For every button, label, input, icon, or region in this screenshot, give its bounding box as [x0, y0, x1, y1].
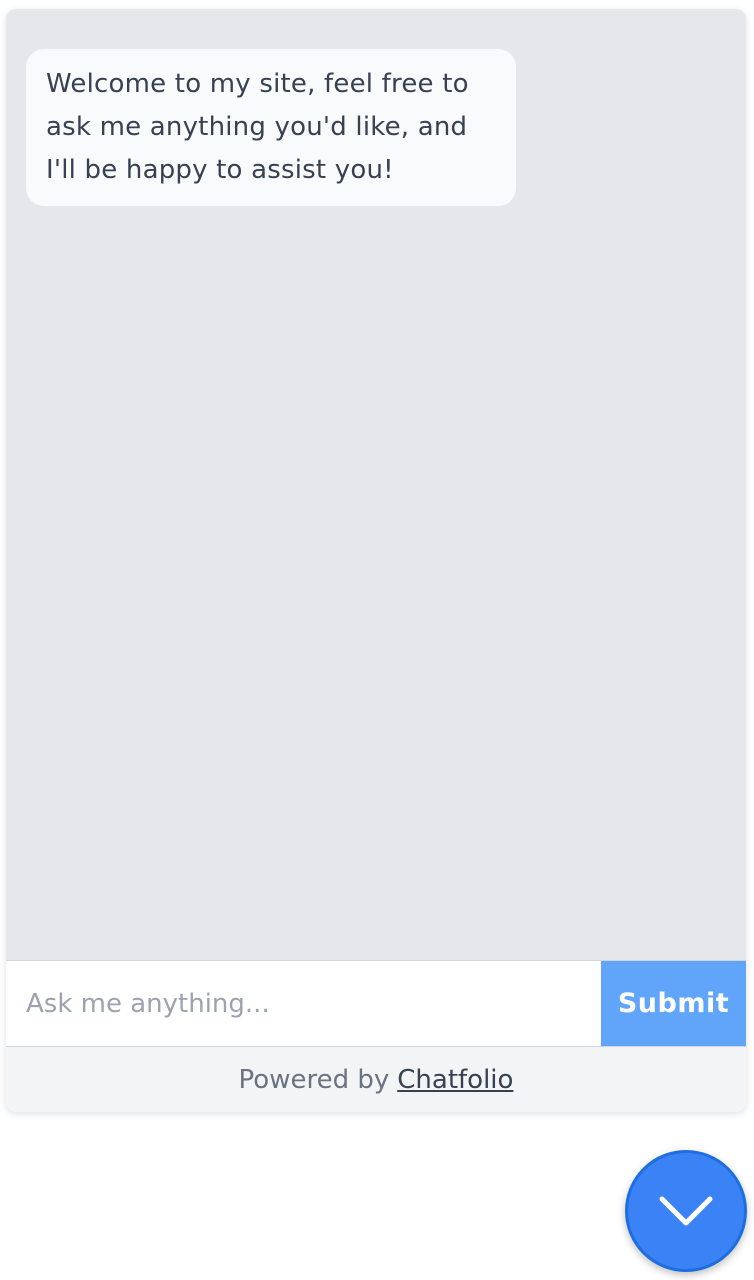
chat-input[interactable] — [6, 961, 601, 1046]
chatfolio-link[interactable]: Chatfolio — [397, 1065, 513, 1095]
submit-button[interactable]: Submit — [601, 961, 746, 1046]
bot-message-bubble: Welcome to my site, feel free to ask me … — [26, 49, 516, 206]
powered-by-footer: Powered by Chatfolio — [6, 1047, 746, 1112]
chat-widget: Welcome to my site, feel free to ask me … — [6, 9, 746, 1112]
chat-toggle-button[interactable] — [625, 1150, 747, 1272]
chevron-down-icon — [659, 1196, 713, 1226]
message-list[interactable]: Welcome to my site, feel free to ask me … — [6, 9, 746, 960]
chat-input-row: Submit — [6, 960, 746, 1047]
powered-by-label: Powered by — [238, 1064, 390, 1095]
